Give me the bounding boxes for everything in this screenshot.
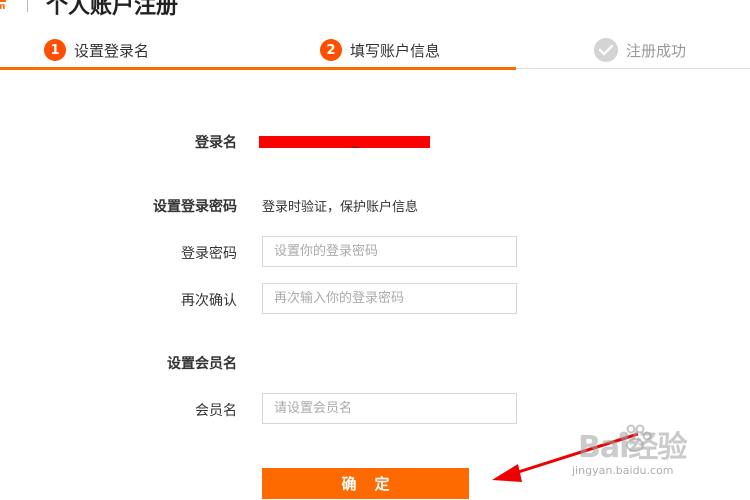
step-progress-bar xyxy=(0,67,516,70)
member-name-label: 会员名 xyxy=(195,403,237,419)
redacted-login-name xyxy=(259,136,430,148)
password-section-label: 设置登录密码 xyxy=(153,199,237,215)
registration-steps: 1 设置登录名 2 填写账户信息 注册成功 xyxy=(0,36,750,70)
brand-logo-text: m xyxy=(0,2,6,12)
watermark-url: jingyan.baidu.com xyxy=(572,464,674,477)
watermark: Bai经验 jingyan.baidu.com xyxy=(566,418,726,484)
password-input[interactable] xyxy=(262,236,517,267)
login-name-value: _ xyxy=(352,134,359,149)
login-name-label: 登录名 xyxy=(195,135,237,151)
brand-logo: m xyxy=(0,0,12,14)
page-title: 个人账户注册 xyxy=(46,0,179,19)
watermark-logo: Bai经验 xyxy=(578,430,687,465)
step-number-badge: 1 xyxy=(44,39,66,61)
step-number-badge: 2 xyxy=(320,39,342,61)
password-label: 登录密码 xyxy=(181,246,237,262)
step-fill-account-info: 2 填写账户信息 xyxy=(320,36,440,64)
confirm-password-label: 再次确认 xyxy=(181,293,237,309)
step-label: 注册成功 xyxy=(626,41,687,60)
step-set-login-name: 1 设置登录名 xyxy=(44,36,149,64)
member-section-label: 设置会员名 xyxy=(167,356,237,372)
member-name-input[interactable] xyxy=(262,393,517,424)
check-icon xyxy=(594,38,618,62)
header-divider xyxy=(27,0,28,12)
password-section-note: 登录时验证，保护账户信息 xyxy=(262,200,419,215)
step-label: 设置登录名 xyxy=(74,41,150,60)
confirm-password-input[interactable] xyxy=(262,283,517,314)
confirm-button[interactable]: 确定 xyxy=(262,468,469,499)
step-registration-success: 注册成功 xyxy=(594,36,686,64)
step-progress-track xyxy=(516,68,750,69)
step-label: 填写账户信息 xyxy=(350,41,441,60)
